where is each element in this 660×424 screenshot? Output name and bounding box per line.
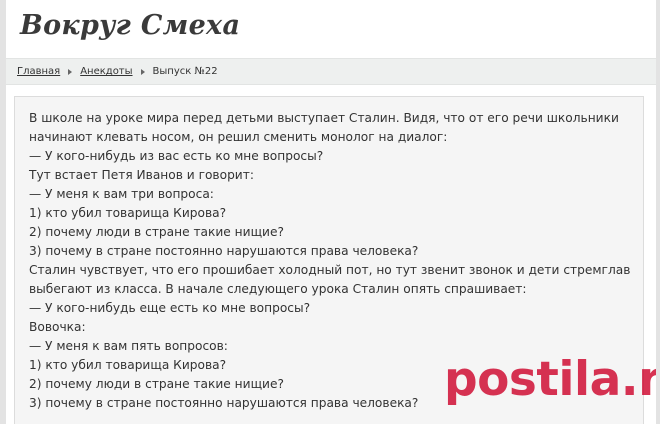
joke-card: В школе на уроке мира перед детьми высту… xyxy=(14,96,644,424)
breadcrumb-current: Выпуск №22 xyxy=(152,66,218,77)
breadcrumb-link-jokes[interactable]: Анекдоты xyxy=(80,66,132,77)
joke-line: Вовочка: xyxy=(29,320,86,334)
page: Вокруг Смеха Главная Анекдоты Выпуск №22… xyxy=(6,0,656,424)
joke-line: выбегают из класса. В начале следующего … xyxy=(29,282,527,296)
joke-line: начинают клевать носом, он решил сменить… xyxy=(29,130,448,144)
breadcrumb-arrow-icon xyxy=(140,68,145,75)
joke-line: 2) почему люди в стране такие нищие? xyxy=(29,225,284,239)
breadcrumb-arrow-icon xyxy=(68,68,73,75)
joke-line: 1) кто убил товарища Кирова? xyxy=(29,358,227,372)
joke-line: Сталин чувствует, что его прошибает холо… xyxy=(29,263,631,277)
site-title[interactable]: Вокруг Смеха xyxy=(20,10,240,41)
joke-line: 3) почему в стране постоянно нарушаются … xyxy=(29,244,419,258)
joke-line: — У кого-нибудь из вас есть ко мне вопро… xyxy=(29,149,324,163)
joke-line: — У меня к вам три вопроса: xyxy=(29,187,214,201)
breadcrumb: Главная Анекдоты Выпуск №22 xyxy=(6,58,656,85)
joke-line: 2) почему люди в стране такие нищие? xyxy=(29,377,284,391)
joke-line: 1) кто убил товарища Кирова? xyxy=(29,206,227,220)
joke-line: В школе на уроке мира перед детьми высту… xyxy=(29,111,619,125)
joke-line: Тут встает Петя Иванов и говорит: xyxy=(29,168,254,182)
joke-line: — У кого-нибудь еще есть ко мне вопросы? xyxy=(29,301,311,315)
joke-line: 3) почему в стране постоянно нарушаются … xyxy=(29,396,419,410)
joke-line: — У меня к вам пять вопросов: xyxy=(29,339,228,353)
joke-text: В школе на уроке мира перед детьми высту… xyxy=(29,109,631,413)
breadcrumb-link-home[interactable]: Главная xyxy=(17,66,60,77)
